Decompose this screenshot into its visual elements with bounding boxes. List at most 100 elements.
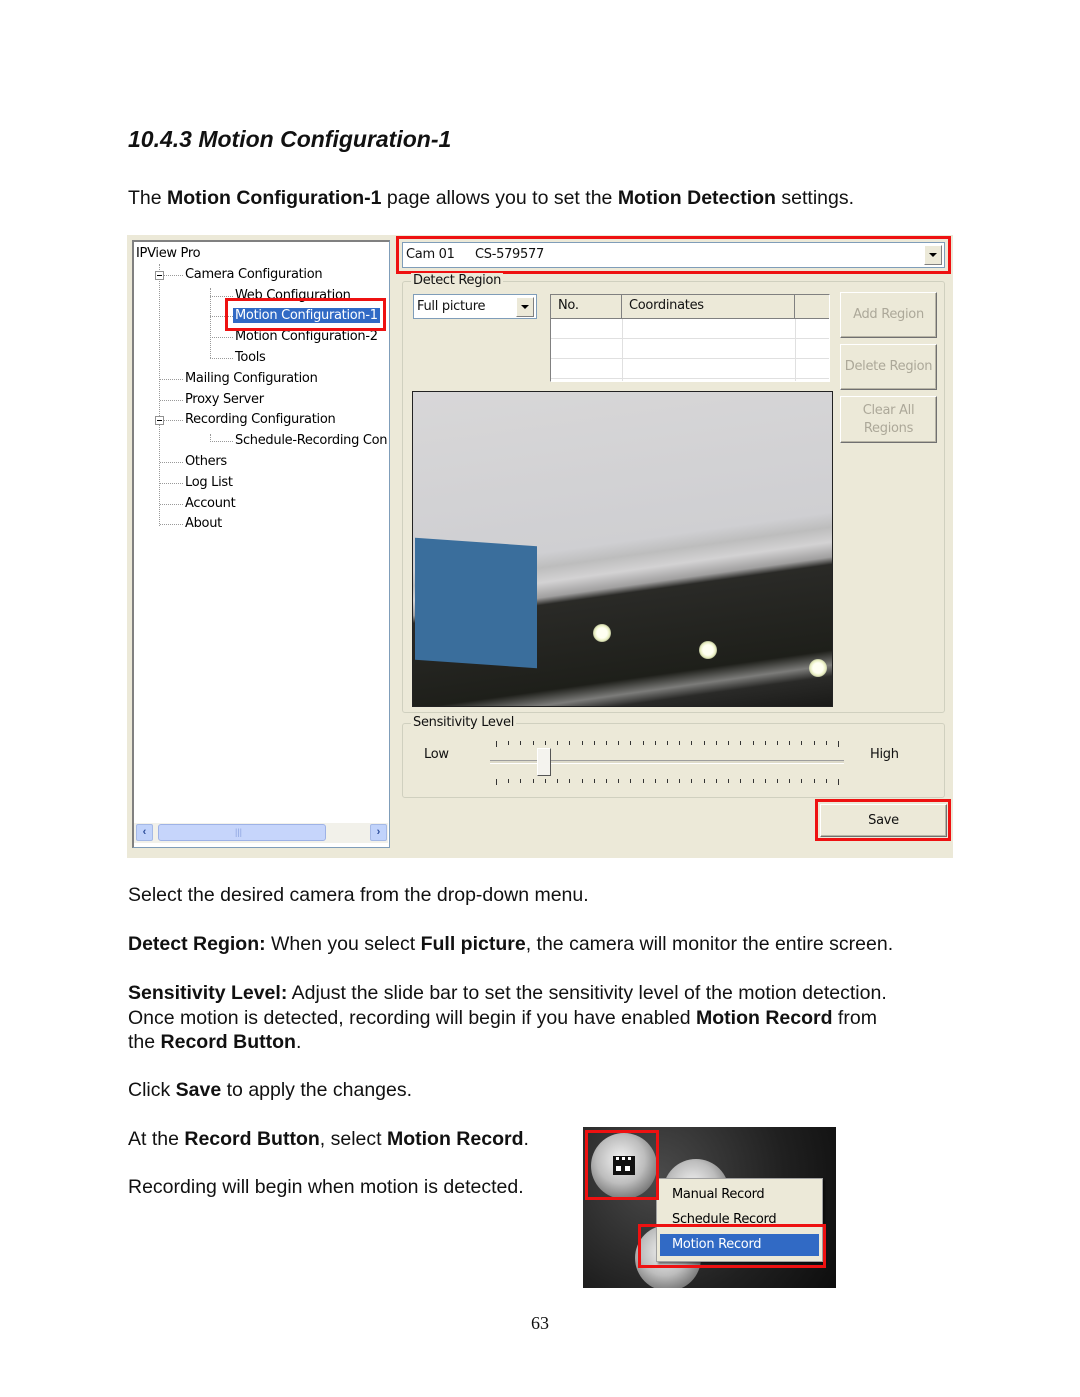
preview-blue-panel bbox=[415, 537, 537, 669]
slider-tick bbox=[532, 779, 534, 783]
scrollbar-thumb[interactable] bbox=[158, 824, 326, 841]
intro-bold-1: Motion Configuration-1 bbox=[167, 187, 382, 209]
slider-tick bbox=[728, 779, 730, 783]
tree-horizontal-scrollbar[interactable]: ‹ › bbox=[134, 823, 388, 843]
detect-mode-select[interactable]: Full picture bbox=[413, 294, 537, 319]
slider-tick bbox=[813, 741, 815, 745]
delete-region-button[interactable]: Delete Region bbox=[840, 344, 937, 390]
recording-note: Recording will begin when motion is dete… bbox=[128, 1176, 524, 1198]
table-row[interactable] bbox=[551, 358, 829, 359]
save-text-1: Click bbox=[128, 1079, 176, 1101]
collapse-icon[interactable] bbox=[155, 416, 164, 426]
sensitivity-text-1: Adjust the slide bar to set the sensitiv… bbox=[287, 982, 887, 1004]
record-text-3: . bbox=[523, 1128, 529, 1150]
table-row[interactable] bbox=[551, 338, 829, 339]
clear-all-regions-button[interactable]: Clear All Regions bbox=[840, 396, 937, 443]
record-text-2: , select bbox=[319, 1128, 387, 1150]
scroll-left-icon[interactable]: ‹ bbox=[136, 824, 153, 841]
slider-tick bbox=[703, 741, 705, 745]
tree-item[interactable]: Tools bbox=[235, 350, 266, 365]
tree-item[interactable]: Account bbox=[185, 496, 236, 511]
slider-tick bbox=[654, 779, 656, 783]
slider-tick bbox=[776, 779, 778, 783]
slider-tick bbox=[801, 741, 803, 745]
slider-tick bbox=[618, 779, 620, 783]
column-header-extra[interactable] bbox=[795, 295, 829, 319]
tree-root[interactable]: IPView Pro bbox=[136, 246, 201, 261]
detect-region-paragraph: Detect Region: When you select Full pict… bbox=[128, 932, 893, 957]
slider-tick bbox=[496, 741, 497, 747]
sensitivity-slider-thumb[interactable] bbox=[536, 748, 551, 776]
camera-select-highlight bbox=[396, 236, 951, 274]
slider-tick bbox=[825, 779, 827, 783]
collapse-icon[interactable] bbox=[155, 270, 164, 280]
slider-tick bbox=[740, 779, 742, 783]
table-column-divider bbox=[622, 319, 623, 381]
tree-connector bbox=[160, 462, 183, 463]
tree-item[interactable]: Proxy Server bbox=[185, 392, 264, 407]
region-table[interactable]: No. Coordinates bbox=[550, 294, 830, 382]
tree-connector bbox=[210, 288, 211, 358]
slider-tick bbox=[715, 779, 717, 783]
tree-item[interactable]: About bbox=[185, 516, 222, 531]
tree-item[interactable]: Mailing Configuration bbox=[185, 371, 318, 386]
slider-tick bbox=[630, 741, 632, 745]
column-header-no[interactable]: No. bbox=[551, 295, 622, 319]
scroll-right-icon[interactable]: › bbox=[370, 824, 387, 841]
tree-item[interactable]: Recording Configuration bbox=[185, 412, 336, 427]
intro-bold-2: Motion Detection bbox=[617, 187, 776, 209]
motion-record-term: Motion Record bbox=[696, 1006, 833, 1029]
page-number: 63 bbox=[531, 1313, 549, 1333]
camera-preview[interactable] bbox=[412, 391, 833, 707]
selected-item-highlight bbox=[225, 298, 386, 331]
add-region-button[interactable]: Add Region bbox=[840, 292, 937, 338]
tree-connector bbox=[210, 358, 233, 359]
slider-tick bbox=[593, 779, 595, 783]
preview-led bbox=[699, 641, 717, 659]
tree-item[interactable]: Log List bbox=[185, 475, 233, 490]
slider-tick bbox=[776, 741, 778, 745]
tree-connector bbox=[210, 434, 211, 442]
record-button-term: Record Button bbox=[184, 1128, 320, 1150]
tree-item[interactable]: Schedule-Recording Con bbox=[235, 433, 388, 448]
table-row[interactable] bbox=[551, 378, 829, 379]
intro-paragraph: The Motion Configuration-1 page allows y… bbox=[128, 186, 854, 211]
save-paragraph: Click Save to apply the changes. bbox=[128, 1078, 412, 1103]
detect-region-text-2: , the camera will monitor the entire scr… bbox=[525, 933, 894, 955]
full-picture-term: Full picture bbox=[420, 933, 526, 955]
detect-region-text-1: When you select bbox=[265, 933, 421, 955]
slider-tick bbox=[544, 741, 546, 745]
slider-tick bbox=[728, 741, 730, 745]
slider-tick bbox=[642, 741, 644, 745]
motion-record-term: Motion Record bbox=[386, 1128, 524, 1150]
select-camera-text: Select the desired camera from the drop-… bbox=[128, 884, 589, 906]
low-label: Low bbox=[424, 747, 449, 762]
slider-tick bbox=[557, 779, 559, 783]
slider-tick bbox=[752, 741, 754, 745]
slider-tick bbox=[667, 779, 668, 783]
sensitivity-text-3: from bbox=[832, 1006, 877, 1029]
record-text-1: At the bbox=[128, 1128, 185, 1150]
tree-connector bbox=[210, 337, 233, 339]
intro-text-3: settings. bbox=[775, 187, 855, 209]
menu-item-manual-record[interactable]: Manual Record bbox=[660, 1184, 819, 1206]
tree-item[interactable]: Motion Configuration-2 bbox=[235, 329, 378, 344]
slider-tick bbox=[605, 741, 607, 745]
record-instruction-paragraph: At the Record Button, select Motion Reco… bbox=[128, 1127, 529, 1152]
slider-tick bbox=[581, 741, 583, 745]
sensitivity-paragraph: Sensitivity Level: Adjust the slide bar … bbox=[128, 981, 887, 1055]
slider-tick bbox=[605, 779, 607, 783]
detect-region-label: Detect Region bbox=[411, 273, 504, 288]
column-header-coordinates[interactable]: Coordinates bbox=[622, 295, 795, 319]
chevron-down-icon[interactable] bbox=[516, 297, 534, 317]
save-button-highlight bbox=[815, 799, 951, 841]
slider-tick bbox=[557, 741, 559, 745]
slider-tick bbox=[825, 741, 827, 745]
sensitivity-text-4: the bbox=[128, 1031, 161, 1053]
record-button-term: Record Button bbox=[160, 1031, 296, 1053]
tree-item[interactable]: Camera Configuration bbox=[185, 267, 323, 282]
slider-tick bbox=[593, 741, 595, 745]
slider-tick bbox=[667, 741, 668, 745]
sensitivity-term: Sensitivity Level: bbox=[128, 982, 288, 1004]
tree-item[interactable]: Others bbox=[185, 454, 227, 469]
